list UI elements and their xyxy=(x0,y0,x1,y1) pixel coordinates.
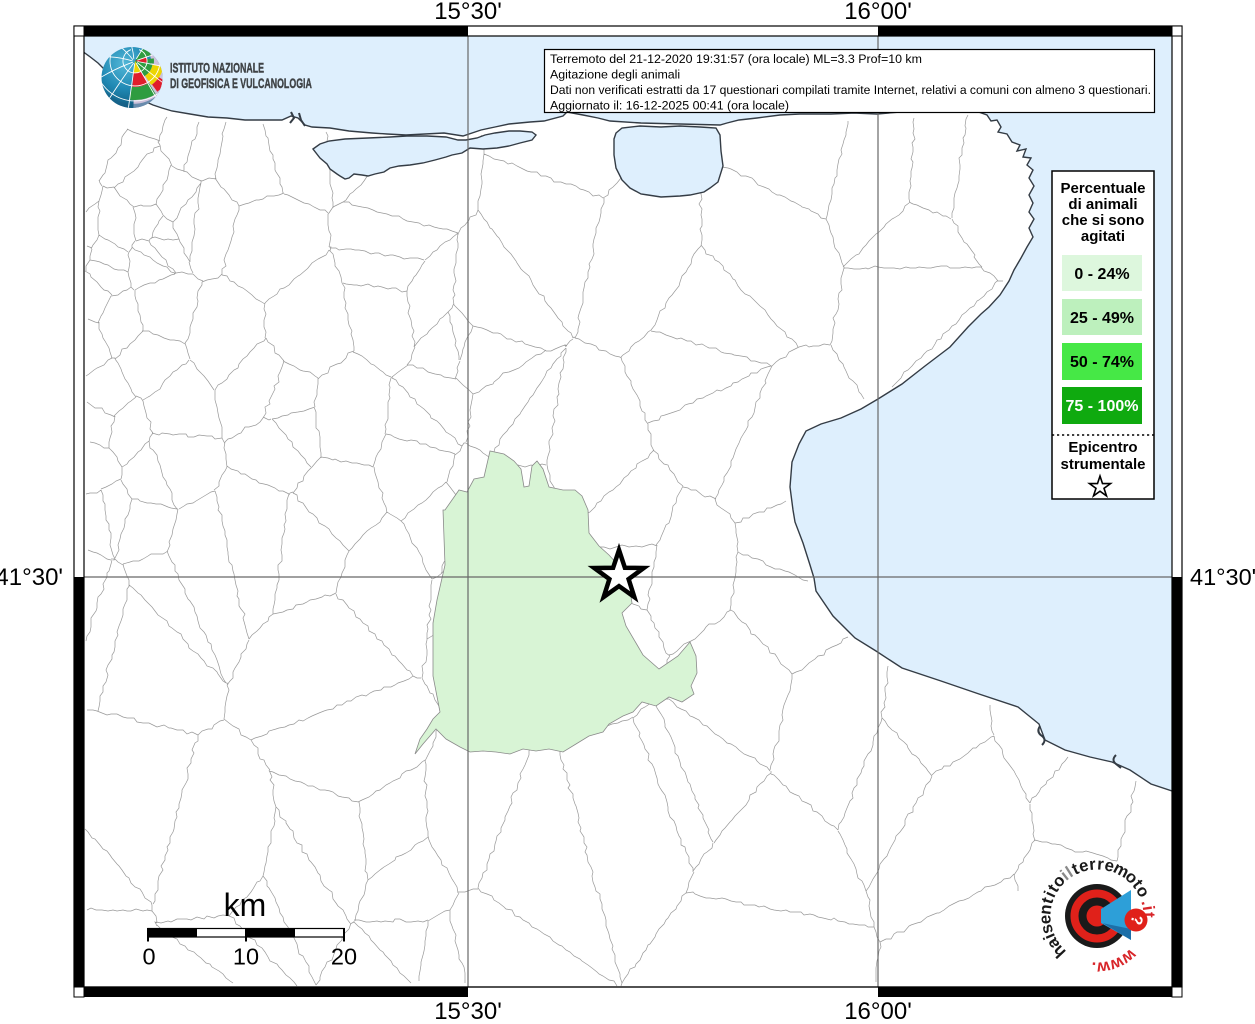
svg-text:agitati: agitati xyxy=(1081,228,1125,245)
svg-text:0 - 24%: 0 - 24% xyxy=(1074,266,1129,283)
svg-text:15°30': 15°30' xyxy=(434,998,502,1024)
svg-text:41°30': 41°30' xyxy=(1190,564,1255,590)
svg-text:km: km xyxy=(224,887,267,923)
svg-text:che si sono: che si sono xyxy=(1062,212,1145,229)
svg-text:Percentuale: Percentuale xyxy=(1060,180,1145,197)
svg-text:16°00': 16°00' xyxy=(844,0,912,25)
svg-text:50 - 74%: 50 - 74% xyxy=(1070,354,1134,371)
svg-text:ISTITUTO NAZIONALE: ISTITUTO NAZIONALE xyxy=(170,62,264,76)
svg-text:10: 10 xyxy=(233,944,259,970)
svg-text:41°30': 41°30' xyxy=(0,564,63,591)
svg-text:20: 20 xyxy=(331,944,357,970)
svg-text:16°00': 16°00' xyxy=(844,998,912,1024)
svg-text:Epicentro: Epicentro xyxy=(1068,439,1137,456)
svg-text:di animali: di animali xyxy=(1068,196,1137,213)
svg-text:25 - 49%: 25 - 49% xyxy=(1070,310,1134,327)
svg-text:Dati non verificati estratti d: Dati non verificati estratti da 17 quest… xyxy=(550,83,1151,97)
svg-text:DI GEOFISICA E VULCANOLOGIA: DI GEOFISICA E VULCANOLOGIA xyxy=(170,77,312,91)
svg-text:0: 0 xyxy=(142,944,155,970)
svg-text:Agitazione degli animali: Agitazione degli animali xyxy=(550,68,680,82)
svg-text:strumentale: strumentale xyxy=(1060,456,1145,473)
svg-text:15°30': 15°30' xyxy=(434,0,502,25)
svg-text:Aggiornato il: 16-12-2025 00:4: Aggiornato il: 16-12-2025 00:41 (ora loc… xyxy=(550,99,789,113)
svg-text:75 - 100%: 75 - 100% xyxy=(1066,398,1139,415)
svg-text:Terremoto del 21-12-2020 19:31: Terremoto del 21-12-2020 19:31:57 (ora l… xyxy=(550,52,922,66)
